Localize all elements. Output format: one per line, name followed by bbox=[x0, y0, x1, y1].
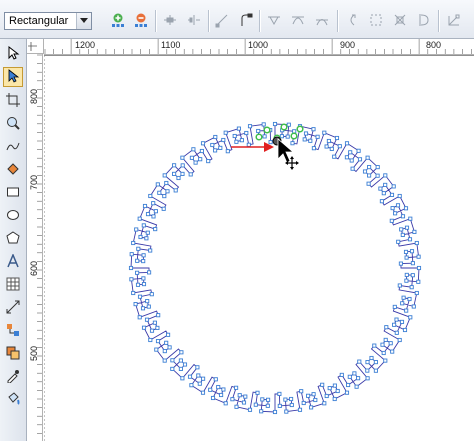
interactive-fill-icon bbox=[6, 346, 20, 363]
selection-mode-value: Rectangular bbox=[9, 15, 69, 27]
reverse-direction-button[interactable] bbox=[342, 11, 362, 31]
polygon-tool-button[interactable] bbox=[3, 229, 23, 249]
reverse-direction-icon bbox=[344, 12, 360, 31]
ruler-label: 800 bbox=[29, 88, 39, 104]
ruler-label: 1100 bbox=[161, 40, 181, 50]
add-node-icon bbox=[110, 12, 126, 31]
selection-mode-dropdown[interactable]: Rectangular bbox=[4, 12, 92, 30]
toolbox bbox=[0, 39, 27, 441]
zoom-tool-button[interactable] bbox=[3, 114, 23, 134]
horizontal-ruler[interactable]: 1200 1100 1000 900 800 bbox=[44, 39, 474, 55]
stretch-nodes-icon bbox=[416, 12, 432, 31]
zoom-tool-icon bbox=[6, 116, 20, 133]
rotate-nodes-icon bbox=[446, 12, 462, 31]
crop-tool-icon bbox=[6, 92, 20, 110]
cusp-node-button[interactable] bbox=[264, 11, 284, 31]
extract-subpath-button[interactable] bbox=[390, 11, 410, 31]
break-curve-icon bbox=[186, 12, 202, 31]
connector-tool-icon bbox=[6, 323, 20, 340]
to-line-icon bbox=[214, 12, 230, 31]
ellipse-tool-icon bbox=[6, 208, 20, 225]
ruler-label: 1000 bbox=[248, 40, 269, 50]
table-tool-icon bbox=[6, 277, 20, 294]
break-curve-button[interactable] bbox=[184, 11, 204, 31]
to-curve-button[interactable] bbox=[236, 11, 256, 31]
add-node-button[interactable] bbox=[108, 11, 128, 31]
fill-tool-button[interactable] bbox=[3, 390, 23, 410]
shape-tool-icon bbox=[6, 68, 20, 86]
ruler-label: 500 bbox=[29, 345, 39, 361]
delete-node-button[interactable] bbox=[131, 11, 151, 31]
separator bbox=[208, 10, 210, 32]
to-curve-icon bbox=[238, 12, 254, 31]
delete-node-icon bbox=[133, 12, 149, 31]
text-tool-icon bbox=[6, 252, 20, 271]
to-line-button[interactable] bbox=[212, 11, 232, 31]
shape-tool-button[interactable] bbox=[3, 67, 23, 87]
drawing-canvas[interactable] bbox=[44, 55, 474, 441]
smart-fill-icon bbox=[6, 162, 20, 179]
table-tool-button[interactable] bbox=[3, 275, 23, 295]
freehand-tool-button[interactable] bbox=[3, 137, 23, 157]
fill-tool-icon bbox=[6, 391, 20, 409]
join-nodes-button[interactable] bbox=[160, 11, 180, 31]
cusp-node-icon bbox=[266, 12, 282, 31]
rotate-nodes-button[interactable] bbox=[444, 11, 464, 31]
ruler-label: 900 bbox=[340, 40, 356, 50]
separator bbox=[259, 10, 261, 32]
eyedropper-tool-button[interactable] bbox=[3, 367, 23, 387]
ellipse-tool-button[interactable] bbox=[3, 206, 23, 226]
dimension-tool-button[interactable] bbox=[3, 298, 23, 318]
ruler-label: 600 bbox=[29, 260, 39, 276]
smooth-node-icon bbox=[290, 12, 306, 31]
rectangle-tool-icon bbox=[6, 185, 20, 202]
eyedropper-tool-icon bbox=[6, 369, 20, 386]
separator bbox=[337, 10, 339, 32]
extend-curve-button[interactable] bbox=[366, 11, 386, 31]
extract-subpath-icon bbox=[392, 12, 408, 31]
join-nodes-icon bbox=[162, 12, 178, 31]
rectangle-tool-button[interactable] bbox=[3, 183, 23, 203]
pick-tool-button[interactable] bbox=[3, 44, 23, 64]
text-tool-button[interactable] bbox=[3, 252, 23, 272]
stretch-nodes-button[interactable] bbox=[414, 11, 434, 31]
property-bar: Rectangular bbox=[0, 0, 474, 39]
chevron-down-icon[interactable] bbox=[76, 13, 91, 29]
interactive-fill-button[interactable] bbox=[3, 344, 23, 364]
crop-tool-button[interactable] bbox=[3, 91, 23, 111]
ruler-label: 800 bbox=[426, 40, 442, 50]
ruler-label: 1200 bbox=[75, 40, 96, 50]
separator bbox=[155, 10, 157, 32]
polygon-tool-icon bbox=[6, 230, 20, 248]
greek-key-circle-path[interactable] bbox=[128, 121, 422, 415]
ruler-origin-corner[interactable] bbox=[27, 39, 44, 54]
smart-fill-button[interactable] bbox=[3, 160, 23, 180]
connector-tool-button[interactable] bbox=[3, 321, 23, 341]
dimension-tool-icon bbox=[6, 300, 20, 317]
separator bbox=[438, 10, 440, 32]
symmetrical-node-button[interactable] bbox=[312, 11, 332, 31]
pick-tool-icon bbox=[6, 45, 20, 63]
vertical-ruler[interactable]: 800 700 600 500 bbox=[27, 54, 43, 441]
extend-curve-icon bbox=[368, 12, 384, 31]
ruler-label: 700 bbox=[29, 174, 39, 190]
smooth-node-button[interactable] bbox=[288, 11, 308, 31]
freehand-tool-icon bbox=[6, 139, 20, 156]
symmetrical-node-icon bbox=[314, 12, 330, 31]
